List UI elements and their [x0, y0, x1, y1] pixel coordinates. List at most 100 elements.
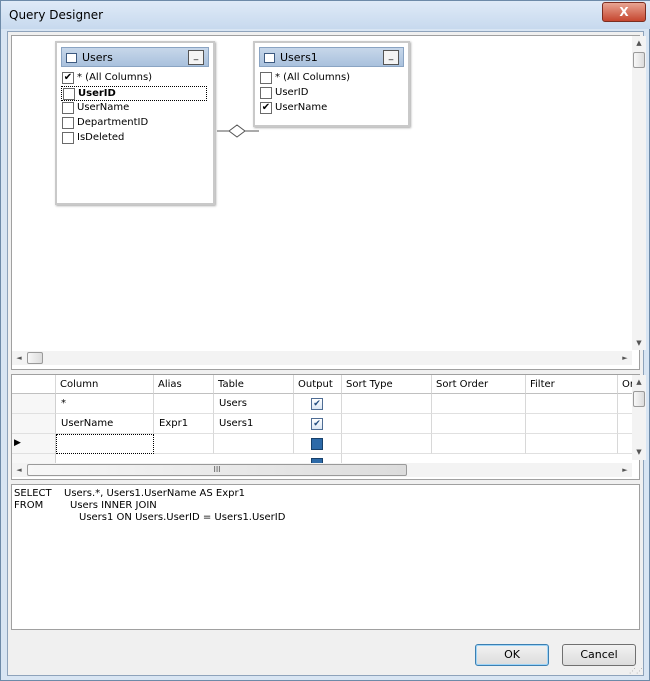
row-header[interactable]: [12, 394, 56, 414]
grid-cell-sort-order[interactable]: [432, 434, 526, 454]
checkbox[interactable]: [62, 102, 74, 114]
checkbox-checked[interactable]: ✔: [260, 102, 272, 114]
grid-cell-table[interactable]: Users: [214, 394, 294, 414]
scroll-down-arrow-icon[interactable]: ▼: [632, 445, 646, 459]
grid-cell-sort-order[interactable]: [432, 394, 526, 414]
grid-cell-column-active[interactable]: [56, 434, 154, 454]
grid-cell-filter[interactable]: [526, 434, 618, 454]
grid-header-alias[interactable]: Alias: [154, 375, 214, 394]
minimize-table-button[interactable]: _: [188, 50, 204, 65]
sql-text: Users INNER JOIN: [70, 500, 157, 511]
grid-cell-output[interactable]: [294, 434, 342, 454]
column-label: * (All Columns): [275, 72, 351, 83]
grid-cell-column[interactable]: UserName: [56, 414, 154, 434]
grid-vertical-scrollbar[interactable]: ▲ ▼: [632, 375, 646, 460]
column-row-isdeleted[interactable]: IsDeleted: [61, 131, 207, 146]
scroll-left-arrow-icon[interactable]: ◄: [12, 351, 26, 365]
table-icon: [264, 53, 275, 63]
column-label: UserID: [78, 88, 116, 99]
scroll-thumb[interactable]: [633, 52, 645, 68]
current-row-pointer-icon[interactable]: ▶: [12, 434, 56, 454]
grid-cell-table[interactable]: Users1: [214, 414, 294, 434]
table-header-users[interactable]: Users _: [61, 47, 209, 67]
minimize-table-button[interactable]: _: [383, 50, 399, 65]
table-box-users1[interactable]: Users1 _ * (All Columns) UserID ✔ UserNa…: [253, 41, 410, 127]
grid-header-output[interactable]: Output: [294, 375, 342, 394]
ok-button[interactable]: OK: [475, 644, 549, 666]
grid-cell-alias[interactable]: [154, 434, 214, 454]
row-header[interactable]: [12, 414, 56, 434]
close-button[interactable]: X: [602, 2, 646, 22]
column-label: UserName: [77, 102, 130, 113]
grid-header-sort-type[interactable]: Sort Type: [342, 375, 432, 394]
grid-cell-sort-type[interactable]: [342, 434, 432, 454]
dialog-body: Users _ ✔ * (All Columns) UserID UserNam…: [7, 31, 646, 676]
diagram-vertical-scrollbar[interactable]: ▲ ▼: [632, 36, 646, 350]
grid-horizontal-scrollbar[interactable]: ◄ III ►: [12, 463, 632, 477]
scroll-up-arrow-icon[interactable]: ▲: [632, 375, 646, 389]
column-row-departmentid[interactable]: DepartmentID: [61, 116, 207, 131]
column-label: * (All Columns): [77, 72, 153, 83]
table-icon: [66, 53, 77, 63]
scroll-thumb[interactable]: III: [27, 464, 407, 476]
column-row-username[interactable]: UserName: [61, 101, 207, 116]
grid-cell-filter[interactable]: [526, 394, 618, 414]
cancel-button[interactable]: Cancel: [562, 644, 636, 666]
grid-cell-column[interactable]: *: [56, 394, 154, 414]
column-label: UserName: [275, 102, 328, 113]
checkbox[interactable]: [63, 88, 75, 100]
column-label: UserID: [275, 87, 309, 98]
scroll-thumb[interactable]: [633, 391, 645, 407]
table-header-users1[interactable]: Users1 _: [259, 47, 404, 67]
grid-header-filter[interactable]: Filter: [526, 375, 618, 394]
grid-cell-output[interactable]: ✔: [294, 414, 342, 434]
column-label: DepartmentID: [77, 117, 149, 128]
sql-pane[interactable]: SELECT Users.*, Users1.UserName AS Expr1…: [11, 484, 640, 630]
grid-cell-sort-type[interactable]: [342, 414, 432, 434]
sql-keyword: FROM: [14, 500, 44, 511]
grid-cell-alias[interactable]: [154, 394, 214, 414]
diagram-horizontal-scrollbar[interactable]: ◄ ►: [12, 351, 632, 365]
checkbox[interactable]: [260, 87, 272, 99]
diagram-pane[interactable]: Users _ ✔ * (All Columns) UserID UserNam…: [11, 35, 640, 370]
column-row-username[interactable]: ✔ UserName: [259, 101, 402, 116]
table-name-users: Users: [82, 51, 113, 64]
column-label: IsDeleted: [77, 132, 125, 143]
scroll-right-arrow-icon[interactable]: ►: [618, 463, 632, 477]
scroll-up-arrow-icon[interactable]: ▲: [632, 36, 646, 50]
grid-header-table[interactable]: Table: [214, 375, 294, 394]
scroll-right-arrow-icon[interactable]: ►: [618, 351, 632, 365]
resize-grip-icon[interactable]: ⋰⋰: [629, 667, 643, 675]
window-title: Query Designer: [9, 8, 104, 22]
grid-cell-sort-type[interactable]: [342, 394, 432, 414]
query-designer-window: Query Designer X Users _ ✔ * (All Column…: [0, 0, 650, 681]
checkbox[interactable]: [62, 132, 74, 144]
sql-text: Users.*, Users1.UserName AS Expr1: [64, 488, 245, 499]
grid-corner: [12, 375, 56, 394]
column-row-userid[interactable]: UserID: [61, 86, 207, 101]
output-checkbox-checked[interactable]: ✔: [311, 398, 323, 410]
title-bar: Query Designer X: [1, 1, 650, 29]
table-box-users[interactable]: Users _ ✔ * (All Columns) UserID UserNam…: [55, 41, 215, 205]
grid-cell-filter[interactable]: [526, 414, 618, 434]
sql-keyword: SELECT: [14, 488, 52, 499]
column-row-userid[interactable]: UserID: [259, 86, 402, 101]
table-name-users1: Users1: [280, 51, 318, 64]
scroll-thumb[interactable]: [27, 352, 43, 364]
column-row-all-columns[interactable]: ✔ * (All Columns): [61, 71, 207, 86]
grid-header-sort-order[interactable]: Sort Order: [432, 375, 526, 394]
checkbox[interactable]: [260, 72, 272, 84]
grid-header-column[interactable]: Column: [56, 375, 154, 394]
checkbox-checked[interactable]: ✔: [62, 72, 74, 84]
grid-cell-alias[interactable]: Expr1: [154, 414, 214, 434]
scroll-down-arrow-icon[interactable]: ▼: [632, 336, 646, 350]
column-row-all-columns[interactable]: * (All Columns): [259, 71, 402, 86]
output-checkbox-indeterminate[interactable]: [311, 438, 323, 450]
checkbox[interactable]: [62, 117, 74, 129]
grid-cell-sort-order[interactable]: [432, 414, 526, 434]
grid-cell-output[interactable]: ✔: [294, 394, 342, 414]
scroll-left-arrow-icon[interactable]: ◄: [12, 463, 26, 477]
sql-text: Users1 ON Users.UserID = Users1.UserID: [79, 512, 286, 523]
output-checkbox-checked[interactable]: ✔: [311, 418, 323, 430]
grid-cell-table[interactable]: [214, 434, 294, 454]
